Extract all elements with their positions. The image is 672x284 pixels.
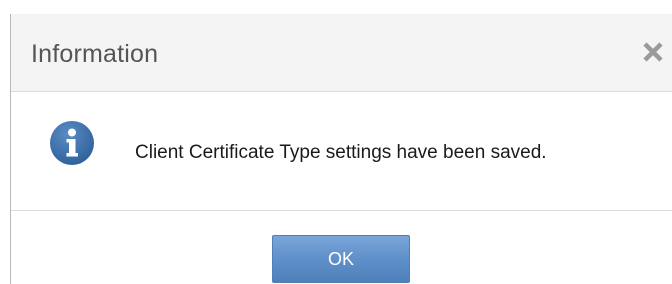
- screen: Information Client Certificate Type sett…: [0, 0, 672, 284]
- dialog-message: Client Certificate Type settings have be…: [135, 142, 547, 163]
- dialog-footer: OK: [11, 210, 672, 284]
- close-icon: [637, 36, 672, 70]
- information-dialog: Information Client Certificate Type sett…: [11, 14, 672, 284]
- dialog-title: Information: [31, 40, 159, 68]
- close-button[interactable]: [637, 36, 672, 70]
- ok-button[interactable]: OK: [272, 235, 410, 283]
- dialog-header: Information: [11, 14, 672, 92]
- dialog-body: Client Certificate Type settings have be…: [11, 92, 672, 210]
- info-icon: [49, 120, 95, 166]
